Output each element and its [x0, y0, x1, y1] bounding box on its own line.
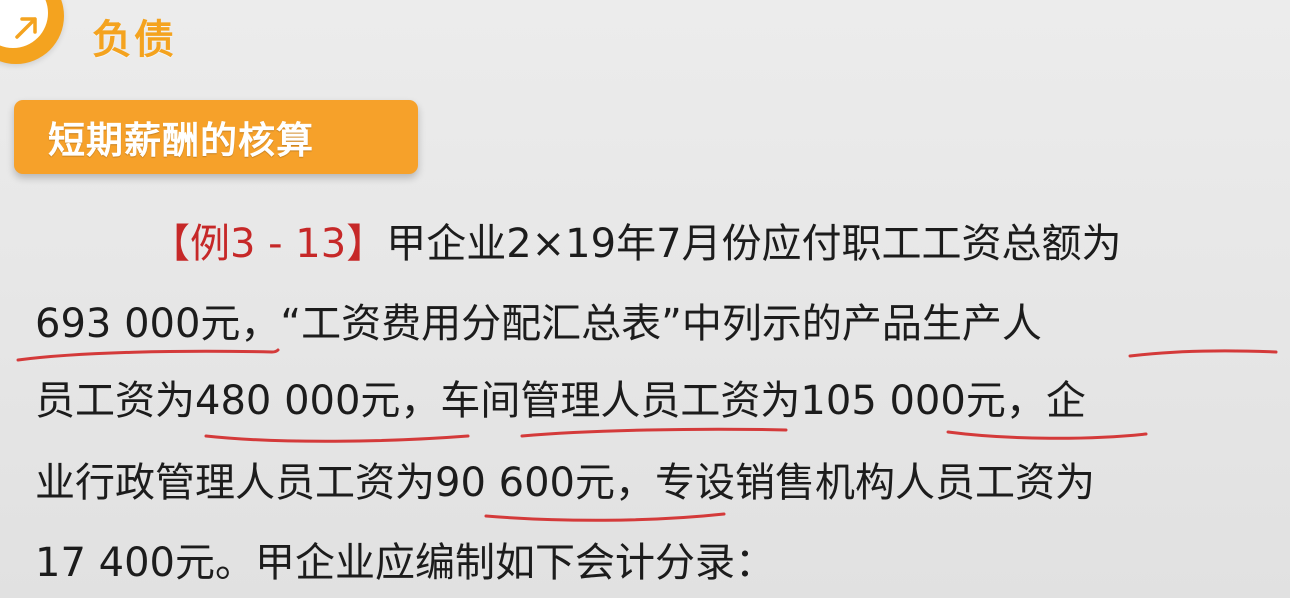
- example-line-1-text: 甲企业2×19年7月份应付职工工资总额为: [386, 221, 1122, 267]
- underlined-amount-production: 480 000元，: [195, 378, 441, 424]
- example-line-3-text-f: 企: [1045, 378, 1086, 424]
- section-tag: 短期薪酬的核算: [14, 100, 418, 174]
- example-line-2: 693 000元，“工资费用分配汇总表”中列示的产品生产人: [35, 301, 1042, 347]
- example-line-3: 员工资为480 000元，车间管理人员工资为105 000元，企: [35, 378, 1086, 424]
- example-line-1: 【例3 - 13】甲企业2×19年7月份应付职工工资总额为: [150, 221, 1122, 267]
- example-label: 【例3 - 13】: [150, 221, 387, 267]
- underlined-production-staff: 生产人: [921, 301, 1042, 347]
- example-line-5: 17 400元。甲企业应编制如下会计分录：: [35, 540, 775, 586]
- page-title: 负债: [92, 17, 176, 63]
- example-line-3-text-a: 员工资为: [35, 378, 195, 424]
- underlined-workshop-management: 车间管理人员: [440, 378, 681, 424]
- arrow-up-right-icon: [15, 17, 37, 39]
- slide-background: [0, 0, 1290, 598]
- section-tag-label: 短期薪酬的核算: [48, 119, 314, 162]
- underlined-amount-workshop: 105 000元，: [800, 378, 1046, 424]
- example-line-2-text: “工资费用分配汇总表”中列示的产品: [280, 301, 922, 347]
- header-badge-inner: [0, 0, 48, 48]
- example-line-3-text-d: 工资为: [680, 378, 801, 424]
- underlined-amount-total: 693 000元，: [35, 301, 281, 347]
- example-line-4-text-a: 业行政管理人员工资为: [35, 460, 435, 506]
- underlined-amount-admin: 90 600元，: [435, 460, 655, 506]
- example-line-4: 业行政管理人员工资为90 600元，专设销售机构人员工资为: [35, 460, 1095, 506]
- example-line-4-text-c: 专设销售机构人员工资为: [654, 460, 1095, 506]
